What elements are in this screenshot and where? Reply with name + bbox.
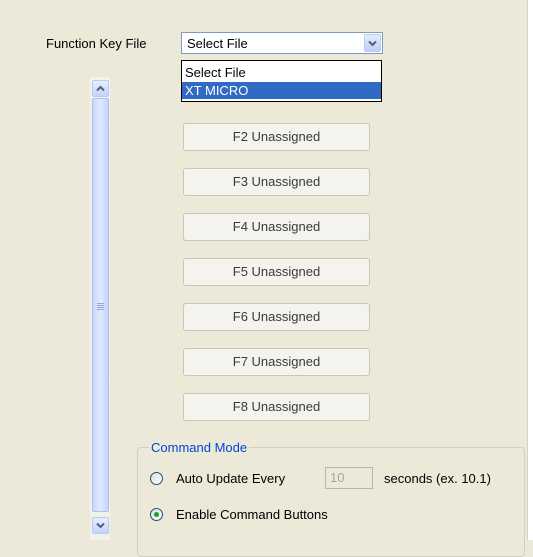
function-key-file-value: Select File	[187, 36, 248, 51]
grip-line	[97, 307, 104, 308]
scroll-up-button[interactable]	[92, 80, 109, 97]
window-edge	[527, 0, 533, 540]
option-select-file[interactable]: Select File	[182, 64, 381, 81]
f5-key-button[interactable]: F5 Unassigned	[183, 258, 370, 286]
vertical-scrollbar[interactable]	[90, 77, 110, 540]
scroll-thumb[interactable]	[92, 98, 109, 512]
function-key-file-options: Select File XT MICRO	[181, 60, 382, 102]
f2-key-button[interactable]: F2 Unassigned	[183, 123, 370, 151]
enable-command-buttons-label: Enable Command Buttons	[176, 507, 328, 522]
grip-line	[97, 303, 104, 304]
interval-suffix-label: seconds (ex. 10.1)	[384, 471, 491, 486]
chevron-down-icon	[96, 522, 105, 529]
function-key-file-label: Function Key File	[46, 36, 147, 51]
radio-selected-dot	[154, 512, 159, 517]
command-mode-group	[137, 447, 525, 557]
auto-update-radio[interactable]	[150, 472, 163, 485]
grip-line	[97, 309, 104, 310]
function-key-panel: Function Key File Select File Select Fil…	[0, 0, 528, 557]
f7-key-button[interactable]: F7 Unassigned	[183, 348, 370, 376]
enable-command-buttons-radio[interactable]	[150, 508, 163, 521]
option-xt-micro[interactable]: XT MICRO	[182, 82, 381, 99]
dropdown-toggle-button[interactable]	[364, 34, 381, 52]
function-key-file-select[interactable]: Select File	[181, 32, 383, 54]
f6-key-button[interactable]: F6 Unassigned	[183, 303, 370, 331]
command-mode-title: Command Mode	[149, 440, 250, 455]
chevron-up-icon	[96, 85, 105, 92]
f8-key-button[interactable]: F8 Unassigned	[183, 393, 370, 421]
f4-key-button[interactable]: F4 Unassigned	[183, 213, 370, 241]
scroll-down-button[interactable]	[92, 517, 109, 534]
chevron-down-icon	[368, 40, 377, 47]
auto-update-label: Auto Update Every	[176, 471, 286, 486]
grip-line	[97, 305, 104, 306]
f3-key-button[interactable]: F3 Unassigned	[183, 168, 370, 196]
update-interval-input[interactable]: 10	[325, 467, 373, 489]
